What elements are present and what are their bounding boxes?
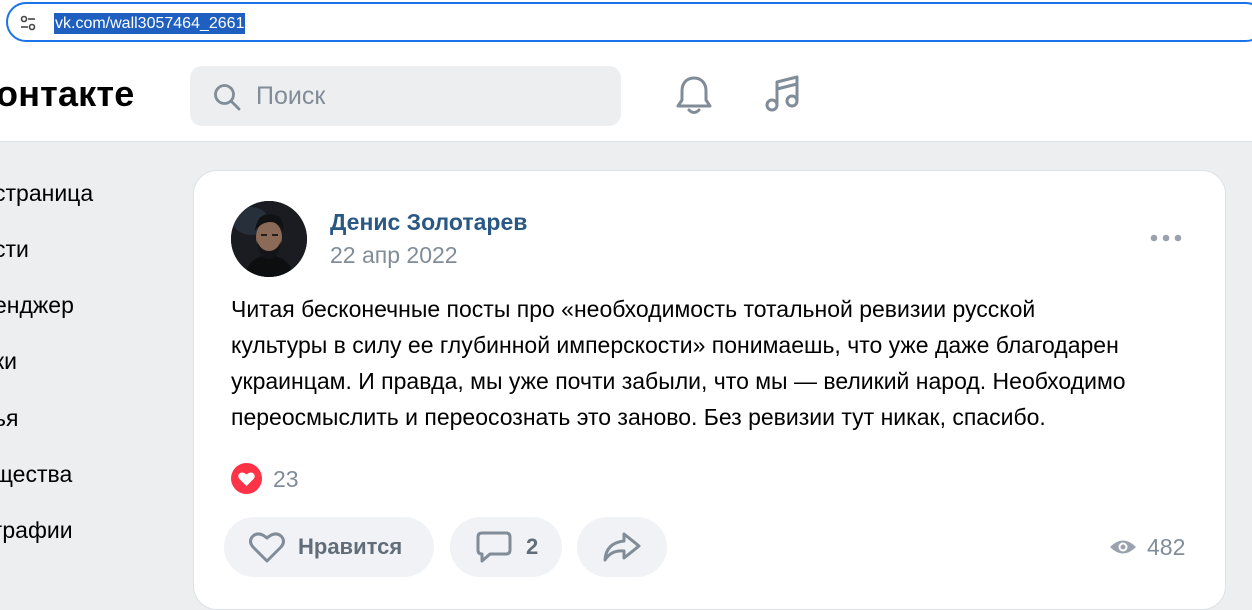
share-arrow-icon: [603, 532, 641, 562]
views-eye-icon: [1110, 540, 1136, 554]
post-text-line: украинцам. И правда, мы уже почти забыли…: [231, 368, 1126, 394]
wall-post: Денис Золотарев 22 апр 2022 Читая бескон…: [193, 170, 1226, 610]
site-logo[interactable]: онтакте: [0, 72, 134, 116]
url-text[interactable]: vk.com/wall3057464_2661: [54, 13, 246, 34]
author-avatar[interactable]: [231, 201, 307, 277]
post-text-line: переосмыслить и переосознать это заново.…: [231, 404, 1046, 430]
site-settings-icon[interactable]: [18, 13, 38, 33]
music-note-icon[interactable]: [763, 74, 803, 116]
sidebar-item-communities[interactable]: щества: [0, 459, 72, 489]
sidebar-item-calls[interactable]: ки: [0, 346, 17, 376]
post-text-line: культуры в силу ее глубинной имперскости…: [231, 332, 1119, 358]
more-options-icon[interactable]: [1149, 231, 1183, 245]
address-bar[interactable]: vk.com/wall3057464_2661: [6, 2, 1252, 42]
notifications-bell-icon[interactable]: [674, 74, 714, 116]
comments-count: 2: [526, 534, 539, 559]
reactions-count[interactable]: 23: [273, 465, 299, 493]
comment-button[interactable]: 2: [450, 517, 562, 577]
share-button[interactable]: [577, 517, 667, 577]
browser-toolbar: vk.com/wall3057464_2661: [0, 0, 1252, 48]
site-header: онтакте: [0, 48, 1252, 142]
sidebar-item-photos[interactable]: графии: [0, 515, 73, 545]
comment-bubble-icon: [476, 531, 512, 563]
sidebar-item-friends[interactable]: ья: [0, 403, 18, 433]
post-text: Читая бесконечные посты про «необходимос…: [231, 291, 1201, 435]
post-text-line: Читая бесконечные посты про «необходимос…: [231, 296, 1036, 322]
search-icon: [214, 84, 241, 111]
like-button-label: Нравится: [298, 534, 403, 559]
search-input[interactable]: [256, 80, 596, 112]
views-count: 482: [1147, 534, 1186, 560]
avatar-portrait-icon: [231, 201, 307, 277]
post-date[interactable]: 22 апр 2022: [330, 241, 458, 269]
sidebar-item-news[interactable]: сти: [0, 234, 29, 264]
sidebar-item-messenger[interactable]: енджер: [0, 290, 74, 320]
left-sidebar: страница сти енджер ки ья щества графии: [0, 142, 180, 580]
like-button[interactable]: Нравится: [224, 517, 434, 577]
reaction-heart-icon[interactable]: [231, 463, 262, 494]
post-author-name[interactable]: Денис Золотарев: [330, 208, 527, 236]
search-box[interactable]: [190, 66, 621, 126]
sidebar-item-my-page[interactable]: страница: [0, 178, 93, 208]
heart-outline-icon: [249, 532, 285, 563]
